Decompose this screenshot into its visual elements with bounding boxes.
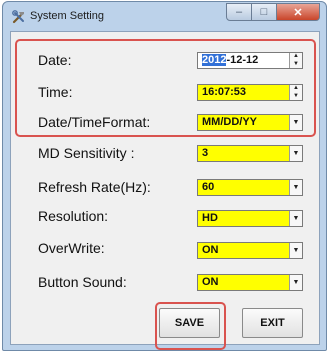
window-controls: – □ ✕ (226, 3, 320, 21)
button-sound-value: ON (202, 276, 219, 288)
md-sensitivity-select[interactable]: 3 ▼ (197, 145, 303, 162)
overwrite-value: ON (202, 244, 219, 256)
md-sensitivity-value: 3 (202, 147, 209, 159)
chevron-down-icon[interactable]: ▼ (289, 115, 302, 130)
window-title: System Setting (30, 10, 104, 22)
tools-icon (12, 10, 24, 24)
minimize-button[interactable]: – (226, 3, 252, 21)
button-sound-label: Button Sound: (38, 274, 127, 290)
maximize-button[interactable]: □ (252, 3, 277, 21)
chevron-down-icon[interactable]: ▼ (289, 243, 302, 258)
resolution-select[interactable]: HD ▼ (197, 210, 303, 227)
date-label: Date: (38, 52, 72, 68)
resolution-value: HD (202, 212, 218, 224)
chevron-down-icon[interactable]: ▼ (289, 146, 302, 161)
time-value[interactable]: 16:07:53 (202, 86, 246, 98)
settings-panel: Date: 2012-12-12 ▲ ▼ Time: 16:07:53 ▲ ▼ … (10, 31, 320, 350)
save-button[interactable]: SAVE (159, 308, 220, 338)
close-button[interactable]: ✕ (277, 3, 320, 21)
button-sound-select[interactable]: ON ▼ (197, 274, 303, 291)
time-spinner[interactable]: ▲ ▼ (289, 85, 302, 100)
spin-down-icon[interactable]: ▼ (290, 61, 302, 69)
refresh-rate-value: 60 (202, 181, 215, 193)
close-icon: ✕ (293, 6, 303, 19)
date-field[interactable]: 2012-12-12 ▲ ▼ (197, 52, 303, 69)
md-sensitivity-label: MD Sensitivity : (38, 145, 135, 161)
time-field[interactable]: 16:07:53 ▲ ▼ (197, 84, 303, 101)
refresh-rate-select[interactable]: 60 ▼ (197, 179, 303, 196)
overwrite-label: OverWrite: (38, 240, 105, 256)
format-label: Date/TimeFormat: (38, 114, 151, 130)
minimize-icon: – (235, 6, 243, 18)
resolution-label: Resolution: (38, 208, 109, 224)
format-select[interactable]: MM/DD/YY ▼ (197, 114, 303, 131)
format-value: MM/DD/YY (202, 116, 257, 128)
spin-up-icon[interactable]: ▲ (290, 85, 302, 93)
exit-button[interactable]: EXIT (242, 308, 303, 338)
maximize-icon: □ (260, 6, 268, 18)
spin-down-icon[interactable]: ▼ (290, 93, 302, 101)
chevron-down-icon[interactable]: ▼ (289, 180, 302, 195)
refresh-rate-label: Refresh Rate(Hz): (38, 179, 151, 195)
date-month-day[interactable]: -12-12 (226, 54, 258, 66)
chevron-down-icon[interactable]: ▼ (289, 211, 302, 226)
chevron-down-icon[interactable]: ▼ (289, 275, 302, 290)
system-setting-window: System Setting – □ ✕ Date: 2012-12-12 ▲ … (2, 1, 327, 351)
title-bar[interactable]: System Setting – □ ✕ (3, 2, 326, 30)
date-year[interactable]: 2012 (202, 54, 227, 66)
spin-up-icon[interactable]: ▲ (290, 53, 302, 61)
time-label: Time: (38, 84, 73, 100)
overwrite-select[interactable]: ON ▼ (197, 242, 303, 259)
date-spinner[interactable]: ▲ ▼ (289, 53, 302, 68)
